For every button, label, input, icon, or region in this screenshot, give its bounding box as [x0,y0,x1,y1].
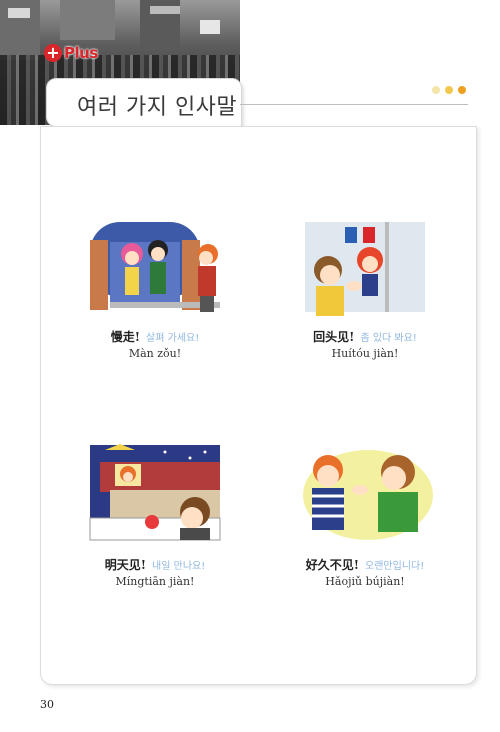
content-panel [40,126,477,685]
pinyin-text: Hǎojiǔ bújiàn! [325,575,405,588]
illustration-leaving-gate [80,212,230,322]
dot-1 [432,86,440,94]
greeting-card-4: 好久不见! 오랜만입니다! Hǎojiǔ bújiàn! [280,440,450,588]
chinese-text: 慢走! [110,330,141,344]
pinyin-text: Màn zǒu! [128,347,182,360]
title-rule [240,104,468,105]
section-title-tab: 여러 가지 인사말 [46,78,242,127]
pinyin-text: Huítóu jiàn! [331,347,399,360]
greeting-card-2: 回头见! 좀 있다 봐요! Huítóu jiàn! [280,212,450,360]
section-title: 여러 가지 인사말 [77,95,238,120]
dot-2 [445,86,453,94]
phrase-line-2: 回头见! 좀 있다 봐요! [280,328,450,345]
plus-icon: + [44,44,62,62]
korean-translation: 살펴 가세요! [146,333,200,344]
chinese-text: 好久不见! [305,558,360,572]
chinese-text: 明天见! [104,558,147,572]
dot-3 [458,86,466,94]
page-number: 30 [40,698,54,711]
korean-translation: 오랜만입니다! [365,561,425,572]
pinyin-text: Míngtiān jiàn! [115,575,195,588]
korean-translation: 좀 있다 봐요! [360,333,417,344]
illustration-waving-restroom [290,212,440,322]
greeting-card-3: 明天见! 내일 만나요! Míngtiān jiàn! [70,440,240,588]
chinese-text: 回头见! [313,330,355,344]
plus-label: Plus [64,44,98,62]
illustration-night-window [80,440,230,550]
greeting-card-1: 慢走! 살펴 가세요! Màn zǒu! [70,212,240,360]
decorative-dots [432,86,466,94]
illustration-reunion [290,440,440,550]
phrase-line-1: 慢走! 살펴 가세요! [70,328,240,345]
phrase-line-4: 好久不见! 오랜만입니다! [280,556,450,573]
phrase-line-3: 明天见! 내일 만나요! [70,556,240,573]
korean-translation: 내일 만나요! [152,561,206,572]
plus-badge: + Plus [44,44,98,62]
